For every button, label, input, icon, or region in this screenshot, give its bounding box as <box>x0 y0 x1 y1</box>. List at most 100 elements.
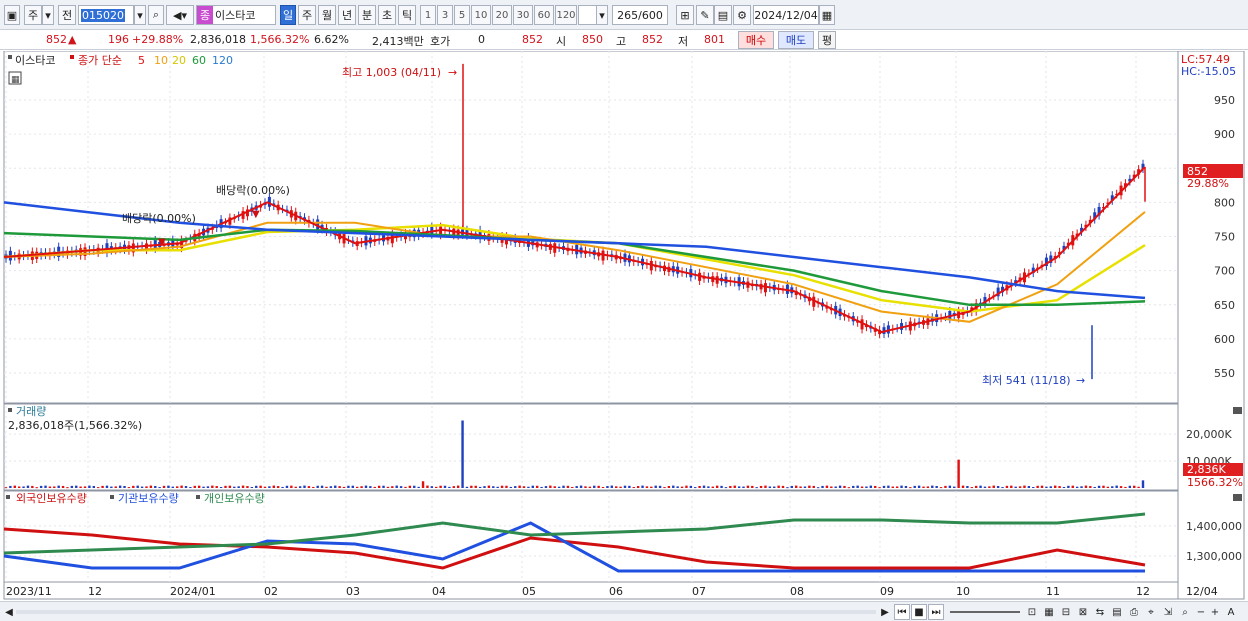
stock-name-field[interactable]: 종 이스타코 <box>196 5 276 25</box>
dividend-note-1: 배당락(0.00%) <box>122 212 196 225</box>
cursor-icon[interactable]: ⌖ <box>1144 604 1158 620</box>
volume-bar <box>1040 485 1044 488</box>
interval-10-button[interactable]: 10 <box>471 5 491 25</box>
print-icon[interactable]: ⎙ <box>1127 604 1141 620</box>
volume-bar <box>413 485 416 488</box>
export-icon[interactable]: ⇲ <box>1161 604 1175 620</box>
table-icon[interactable]: ▤ <box>1110 604 1124 620</box>
chart-canvas[interactable]: 5506006507007508008509009502023/11122024… <box>0 50 1248 601</box>
volume-bar <box>219 486 223 488</box>
interval-30-button[interactable]: 30 <box>513 5 533 25</box>
volume-bar <box>909 487 912 489</box>
sound-icon[interactable]: ◀▾ <box>166 5 194 25</box>
chart-type-icon[interactable]: ⊞ <box>676 5 694 25</box>
volume-bar <box>154 486 157 488</box>
fit-icon[interactable]: ⊟ <box>1059 604 1073 620</box>
last-page-icon[interactable]: ⏭ <box>928 604 944 620</box>
dividend-arrow-1-icon: ▼ <box>158 237 166 248</box>
interval-5-button[interactable]: 5 <box>454 5 470 25</box>
volume-bar <box>698 485 701 488</box>
zoom-slider[interactable] <box>950 611 1020 613</box>
volume-bar <box>1023 485 1026 488</box>
buy-button[interactable]: 매수 <box>738 31 774 49</box>
zoom-in-icon[interactable]: + <box>1209 604 1221 620</box>
layout-icon[interactable]: ▣ <box>4 5 20 25</box>
volume-bar <box>470 485 473 488</box>
swap-icon[interactable]: ⇆ <box>1093 604 1107 620</box>
count-current: 265 <box>617 8 639 22</box>
volume-value: 2,836,018 <box>190 33 246 46</box>
interval-60-button[interactable]: 60 <box>534 5 554 25</box>
panel-collapse-icon[interactable] <box>1233 407 1242 414</box>
draw-tool-icon[interactable]: ✎ <box>696 5 714 25</box>
zoom-out-icon[interactable]: − <box>1195 604 1207 620</box>
code-dropdown-icon[interactable]: ▾ <box>134 5 146 25</box>
interval-120-button[interactable]: 120 <box>555 5 577 25</box>
period-year-button[interactable]: 년 <box>338 5 356 25</box>
ruler-icon[interactable]: ⊠ <box>1076 604 1090 620</box>
volume-bar <box>645 486 649 488</box>
panel-collapse-icon[interactable] <box>1233 494 1242 501</box>
interval-1-button[interactable]: 1 <box>420 5 436 25</box>
volume-bar <box>953 486 956 488</box>
volume-bar <box>281 486 284 488</box>
volume-bar <box>957 459 960 488</box>
grid-icon[interactable]: ▦ <box>1042 604 1056 620</box>
volume-bar <box>904 485 908 488</box>
text-size-icon[interactable]: A <box>1224 604 1238 620</box>
stop-icon[interactable]: ■ <box>911 604 927 620</box>
first-page-icon[interactable]: ⏮ <box>894 604 910 620</box>
chevron-down-icon[interactable]: ▾ <box>42 5 54 25</box>
scroll-left-icon[interactable]: ◀ <box>4 604 14 620</box>
horizontal-scrollbar[interactable] <box>16 610 876 614</box>
x-tick-label: 07 <box>692 585 706 598</box>
volume-bar <box>377 485 381 488</box>
volume-bar <box>110 486 113 488</box>
volume-summary: 2,836,018주(1,566.32%) <box>8 419 142 432</box>
period-main-select[interactable]: 주 <box>24 5 42 25</box>
chart-area[interactable]: 5506006507007508008509009502023/11122024… <box>0 50 1248 601</box>
volume-bar <box>733 485 736 488</box>
volume-panel-frame <box>3 403 1179 491</box>
period-day-button[interactable]: 일 <box>280 5 296 25</box>
volume-bar <box>171 486 175 488</box>
volume-bar <box>263 486 267 488</box>
x-tick-label: 03 <box>346 585 360 598</box>
interval-3-button[interactable]: 3 <box>437 5 453 25</box>
period-tick-button[interactable]: 틱 <box>398 5 416 25</box>
calendar-icon[interactable]: ▦ <box>819 5 835 25</box>
volume-bar <box>1119 486 1123 488</box>
scroll-right-icon[interactable]: ▶ <box>880 604 890 620</box>
volume-bar <box>720 485 723 488</box>
volume-bar <box>808 485 811 488</box>
period-second-button[interactable]: 초 <box>378 5 396 25</box>
volume-bar <box>895 486 899 488</box>
date-input[interactable]: 2024/12/04 <box>753 5 819 25</box>
gear-icon[interactable]: ⚙ <box>733 5 751 25</box>
stock-code-input[interactable]: 015020 <box>78 5 134 25</box>
save-icon[interactable]: ▤ <box>714 5 732 25</box>
period-week-button[interactable]: 주 <box>298 5 316 25</box>
volume-bar <box>1075 486 1079 488</box>
period-month-button[interactable]: 월 <box>318 5 336 25</box>
period-minute-button[interactable]: 분 <box>358 5 376 25</box>
calculator-glyph: ▦ <box>11 75 20 85</box>
volume-bar <box>101 485 104 488</box>
interval-dropdown-icon[interactable]: ▾ <box>596 5 608 25</box>
interval-20-button[interactable]: 20 <box>492 5 512 25</box>
volume-bar <box>615 486 618 488</box>
crosshair-icon[interactable]: ⊡ <box>1025 604 1039 620</box>
count-field[interactable]: 265/600 <box>612 5 668 25</box>
sell-button[interactable]: 매도 <box>778 31 814 49</box>
volume-bar <box>777 485 780 488</box>
prev-button[interactable]: 전 <box>58 5 76 25</box>
avg-button[interactable]: 평 <box>818 31 836 49</box>
volume-bar <box>579 485 583 488</box>
search-icon[interactable]: ⌕ <box>148 5 164 25</box>
volume-bar <box>1005 485 1009 488</box>
volume-bar <box>544 486 548 488</box>
zoom-icon[interactable]: ⌕ <box>1178 604 1192 620</box>
volume-bar <box>518 485 521 488</box>
volume-bar <box>92 485 95 488</box>
volume-bar <box>729 485 732 488</box>
